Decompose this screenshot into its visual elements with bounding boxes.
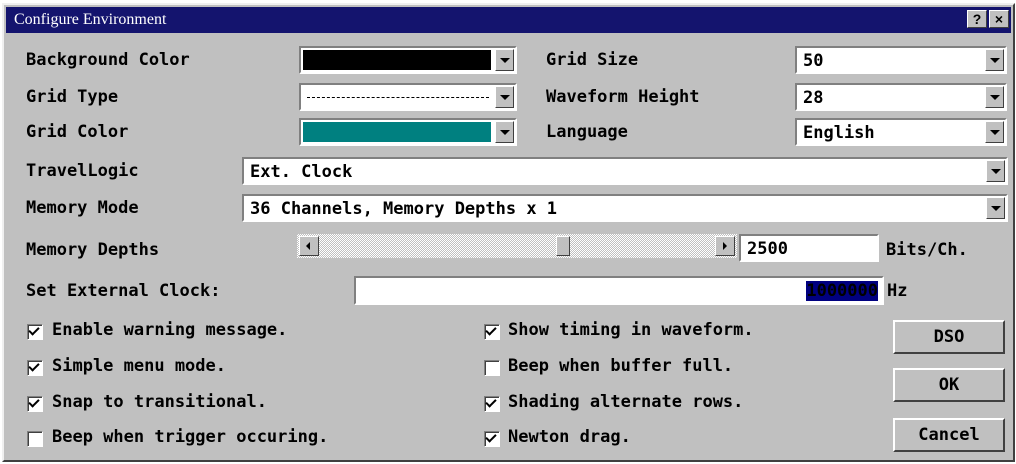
- grid-type-select[interactable]: [299, 83, 517, 111]
- memory-depths-input[interactable]: 2500: [739, 234, 879, 262]
- beep-buffer-full-checkbox[interactable]: [484, 360, 500, 376]
- grid-size-dropdown-button[interactable]: [985, 49, 1004, 71]
- background-color-dropdown-button[interactable]: [495, 49, 514, 71]
- language-dropdown-button[interactable]: [985, 121, 1004, 143]
- external-clock-input[interactable]: 1000000: [354, 276, 884, 305]
- show-timing-checkbox[interactable]: [484, 324, 500, 340]
- travel-logic-dropdown-button[interactable]: [986, 160, 1005, 182]
- cancel-button[interactable]: Cancel: [893, 418, 1005, 452]
- background-color-select[interactable]: [299, 46, 517, 74]
- waveform-height-label: Waveform Height: [546, 87, 700, 107]
- travel-logic-select[interactable]: Ext. Clock: [242, 157, 1008, 185]
- grid-size-value: 50: [803, 51, 824, 71]
- travel-logic-label: TravelLogic: [26, 161, 139, 181]
- newton-drag-checkbox[interactable]: [484, 431, 500, 447]
- newton-drag-label: Newton drag.: [508, 427, 631, 447]
- external-clock-label: Set External Clock:: [26, 281, 221, 301]
- language-value: English: [803, 123, 875, 143]
- memory-depths-slider[interactable]: [297, 234, 737, 258]
- grid-size-label: Grid Size: [546, 50, 639, 70]
- memory-mode-select[interactable]: 36 Channels, Memory Depths x 1: [242, 194, 1008, 222]
- title-bar[interactable]: Configure Environment ? ×: [6, 7, 1011, 33]
- memory-depths-unit: Bits/Ch.: [886, 240, 968, 260]
- memory-mode-dropdown-button[interactable]: [986, 197, 1005, 219]
- shading-rows-label: Shading alternate rows.: [508, 392, 744, 412]
- language-select[interactable]: English: [795, 118, 1007, 146]
- enable-warning-checkbox[interactable]: [27, 324, 43, 340]
- grid-color-select[interactable]: [299, 118, 517, 146]
- beep-trigger-label: Beep when trigger occuring.: [52, 427, 329, 447]
- close-button[interactable]: ×: [989, 10, 1009, 28]
- beep-buffer-full-label: Beep when buffer full.: [508, 356, 734, 376]
- memory-depths-label: Memory Depths: [26, 240, 160, 260]
- memory-mode-value: 36 Channels, Memory Depths x 1: [250, 199, 558, 219]
- grid-size-select[interactable]: 50: [795, 46, 1007, 74]
- simple-menu-checkbox[interactable]: [27, 360, 43, 376]
- waveform-height-select[interactable]: 28: [795, 83, 1007, 111]
- grid-color-label: Grid Color: [26, 122, 129, 142]
- simple-menu-label: Simple menu mode.: [52, 356, 226, 376]
- dso-button[interactable]: DSO: [893, 320, 1005, 354]
- grid-color-swatch: [303, 122, 491, 142]
- background-color-swatch: [303, 50, 491, 70]
- help-button[interactable]: ?: [967, 10, 987, 28]
- travel-logic-value: Ext. Clock: [250, 162, 353, 182]
- snap-transitional-label: Snap to transitional.: [52, 392, 267, 412]
- window-title: Configure Environment: [14, 11, 167, 28]
- grid-type-dropdown-button[interactable]: [495, 86, 514, 108]
- waveform-height-dropdown-button[interactable]: [985, 86, 1004, 108]
- grid-type-label: Grid Type: [26, 87, 119, 107]
- snap-transitional-checkbox[interactable]: [27, 396, 43, 412]
- scroll-right-button[interactable]: [715, 236, 735, 256]
- external-clock-value: 1000000: [806, 281, 878, 301]
- scroll-left-button[interactable]: [299, 236, 319, 256]
- waveform-height-value: 28: [803, 88, 824, 108]
- language-label: Language: [546, 122, 628, 142]
- enable-warning-label: Enable warning message.: [52, 320, 288, 340]
- background-color-label: Background Color: [26, 50, 190, 70]
- shading-rows-checkbox[interactable]: [484, 396, 500, 412]
- show-timing-label: Show timing in waveform.: [508, 320, 754, 340]
- memory-mode-label: Memory Mode: [26, 198, 139, 218]
- grid-color-dropdown-button[interactable]: [495, 121, 514, 143]
- external-clock-unit: Hz: [887, 281, 908, 301]
- memory-depths-slider-thumb[interactable]: [556, 236, 570, 256]
- ok-button[interactable]: OK: [893, 368, 1005, 402]
- grid-type-dashed-line: [307, 97, 489, 98]
- beep-trigger-checkbox[interactable]: [27, 431, 43, 447]
- memory-depths-value: 2500: [747, 239, 788, 259]
